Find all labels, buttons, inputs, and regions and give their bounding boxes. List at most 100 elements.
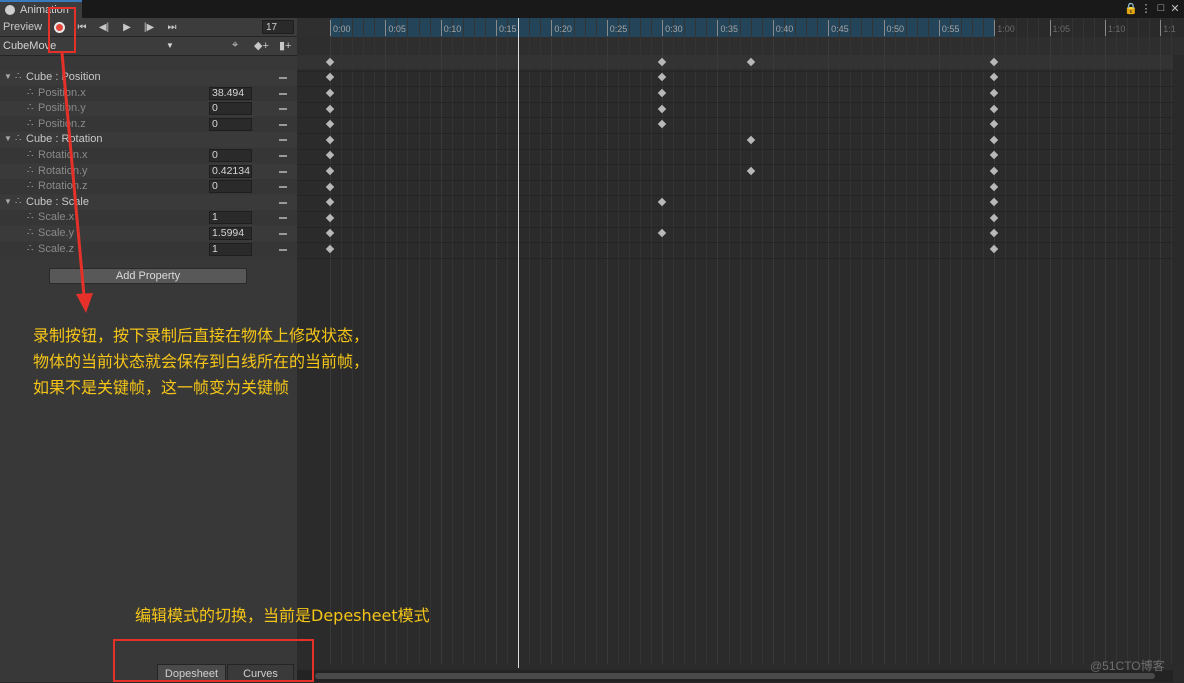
close-icon[interactable]: ✕ <box>1168 2 1182 15</box>
ruler-tick <box>828 20 830 36</box>
grid-line <box>729 18 730 664</box>
add-keyframe-icon[interactable]: ◆+ <box>254 39 269 52</box>
ruler-tick <box>1160 20 1162 36</box>
property-row[interactable]: ∴ Scale.x 1 <box>0 210 297 225</box>
grid-line <box>1005 18 1006 664</box>
property-menu-icon[interactable] <box>279 108 287 110</box>
current-time-cursor[interactable] <box>518 18 519 668</box>
grid-line <box>817 18 818 664</box>
property-menu-icon[interactable] <box>279 202 287 204</box>
grid-line <box>662 18 663 664</box>
maximize-icon[interactable]: □ <box>1154 2 1168 14</box>
grid-line <box>773 18 774 664</box>
time-tick-label: 0:30 <box>665 24 683 34</box>
next-key-icon[interactable]: |▶ <box>139 19 159 36</box>
time-tick-label: 0:05 <box>388 24 406 34</box>
property-row[interactable]: ∴ Rotation.x 0 <box>0 148 297 163</box>
summary-row <box>297 55 1173 69</box>
property-menu-icon[interactable] <box>279 233 287 235</box>
grid-line <box>1072 18 1073 664</box>
preview-button[interactable]: Preview <box>3 21 42 33</box>
frame-input[interactable]: 17 <box>262 20 294 34</box>
grid-line <box>1105 18 1106 664</box>
mode-highlight-box <box>113 639 314 682</box>
collapse-arrow-icon[interactable]: ▼ <box>4 197 12 206</box>
property-group-row[interactable]: ▼ ∴ Cube : Scale <box>0 195 297 210</box>
transform-icon: ∴ <box>27 227 34 238</box>
grid-line <box>939 18 940 664</box>
grid-line <box>629 18 630 664</box>
property-row[interactable]: ∴ Rotation.y 0.42134 <box>0 164 297 179</box>
record-note: 录制按钮，按下录制后直接在物体上修改状态， 物体的当前状态就会保存到白线所在的当… <box>33 323 369 401</box>
property-menu-icon[interactable] <box>279 77 287 79</box>
grid-line <box>496 18 497 664</box>
lock-icon[interactable]: 🔒 <box>1124 2 1138 15</box>
transform-icon: ∴ <box>27 165 34 176</box>
horizontal-scrollbar[interactable] <box>297 670 1173 682</box>
property-value-field[interactable]: 0 <box>209 118 252 131</box>
collapse-arrow-icon[interactable]: ▼ <box>4 72 12 81</box>
prev-key-icon[interactable]: ◀‍| <box>94 19 114 36</box>
time-tick-label: 0:50 <box>886 24 905 34</box>
property-value-field[interactable]: 1 <box>209 243 252 256</box>
property-menu-icon[interactable] <box>279 217 287 219</box>
transform-icon: ∴ <box>27 243 34 254</box>
property-value-field[interactable]: 0.42134 <box>209 165 252 178</box>
property-value-field[interactable]: 38.494 <box>209 87 252 100</box>
grid-line <box>1116 18 1117 664</box>
ruler-tick <box>385 20 387 36</box>
vertical-scrollbar[interactable] <box>1173 55 1184 665</box>
grid-line <box>762 18 763 664</box>
property-value-field[interactable]: 1.5994 <box>209 227 252 240</box>
grid-line <box>950 18 951 664</box>
property-menu-icon[interactable] <box>279 155 287 157</box>
record-note-line: 物体的当前状态就会保存到白线所在的当前帧， <box>33 352 370 371</box>
property-menu-icon[interactable] <box>279 139 287 141</box>
play-icon[interactable]: ▶ <box>117 19 137 36</box>
row-separator <box>297 195 1173 196</box>
property-group-row[interactable]: ▼ ∴ Cube : Position <box>0 70 297 85</box>
property-row[interactable]: ∴ Scale.y 1.5994 <box>0 226 297 241</box>
property-value-field[interactable]: 0 <box>209 149 252 162</box>
property-value-field[interactable]: 1 <box>209 211 252 224</box>
ruler-tick <box>1104 20 1106 36</box>
property-row[interactable]: ∴ Scale.z 1 <box>0 242 297 257</box>
filter-keyframes-icon[interactable]: ⌖ <box>232 39 238 52</box>
grid-line <box>585 18 586 664</box>
time-tick-label: 0:15 <box>499 24 517 34</box>
ruler-tick <box>938 20 940 36</box>
property-menu-icon[interactable] <box>279 124 287 126</box>
menu-icon[interactable]: ⋮ <box>1139 2 1153 15</box>
property-menu-icon[interactable] <box>279 186 287 188</box>
property-menu-icon[interactable] <box>279 171 287 173</box>
add-event-icon[interactable]: ▮+ <box>279 39 291 52</box>
grid-line <box>884 18 885 664</box>
row-separator <box>297 164 1173 165</box>
property-group-row[interactable]: ▼ ∴ Cube : Rotation <box>0 132 297 147</box>
grid-line <box>684 18 685 664</box>
property-row[interactable]: ∴ Position.x 38.494 <box>0 86 297 101</box>
collapse-arrow-icon[interactable]: ▼ <box>4 134 12 143</box>
ruler-tick <box>717 20 719 36</box>
annotation-arrow <box>60 52 93 313</box>
row-separator <box>297 227 1173 228</box>
property-row[interactable]: ∴ Position.y 0 <box>0 101 297 116</box>
property-row[interactable]: ∴ Rotation.z 0 <box>0 179 297 194</box>
grid-line <box>751 18 752 664</box>
window-title-bar <box>0 0 1184 18</box>
time-tick-label: 0:45 <box>831 24 849 34</box>
property-menu-icon[interactable] <box>279 249 287 251</box>
ruler-tick <box>662 20 664 36</box>
grid-line <box>1160 18 1161 664</box>
grid-line <box>474 18 475 664</box>
ruler-tick <box>440 20 442 36</box>
grid-line <box>1016 18 1017 664</box>
property-value-field[interactable]: 0 <box>209 102 252 115</box>
last-key-icon[interactable]: ⏭ <box>162 19 182 36</box>
grid-line <box>452 18 453 664</box>
record-note-line: 录制按钮，按下录制后直接在物体上修改状态， <box>33 326 370 345</box>
property-row[interactable]: ∴ Position.z 0 <box>0 117 297 132</box>
property-menu-icon[interactable] <box>279 93 287 95</box>
chevron-down-icon: ▼ <box>166 41 174 50</box>
property-value-field[interactable]: 0 <box>209 180 252 193</box>
